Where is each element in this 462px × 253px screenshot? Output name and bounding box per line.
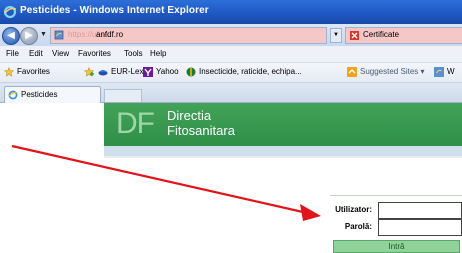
site-name-line2: Fitosanitara	[167, 123, 235, 138]
login-button[interactable]: Intră	[333, 240, 460, 253]
internet-explorer-icon	[3, 5, 17, 19]
header-subbar	[104, 146, 462, 156]
site-header-banner: DF Directia Fitosanitara	[104, 103, 462, 146]
url-host: anfdf.ro	[96, 30, 124, 39]
web-slice-gallery-link[interactable]: W	[447, 67, 455, 76]
banner-spacer	[0, 103, 104, 146]
page-content: DF Directia Fitosanitara Utilizator: Par…	[0, 103, 462, 253]
favorites-button[interactable]: Favorites	[17, 67, 50, 76]
menu-tools[interactable]: Tools	[124, 49, 143, 58]
favorites-star-icon	[4, 67, 14, 77]
yahoo-icon	[143, 67, 153, 77]
menu-file[interactable]: File	[6, 49, 19, 58]
back-button[interactable]: ◀	[2, 27, 20, 45]
certificate-error-icon	[350, 31, 359, 40]
username-input[interactable]	[378, 202, 462, 219]
suggested-sites-icon	[347, 67, 357, 77]
favorite-link-yahoo[interactable]: Yahoo	[156, 67, 179, 76]
site-name-line1: Directia	[167, 108, 212, 123]
menu-bar: File Edit View Favorites Tools Help	[0, 46, 462, 63]
suggested-sites-button[interactable]: Suggested Sites ▾	[360, 67, 425, 76]
new-tab-button[interactable]	[104, 89, 142, 102]
site-logo-mark: DF	[116, 107, 155, 140]
address-bar[interactable]: https://ulise. anfdf.ro	[50, 27, 327, 44]
recent-pages-chevron-down-icon[interactable]: ▼	[40, 31, 47, 38]
address-dropdown-chevron-down-icon[interactable]: ▼	[330, 28, 342, 43]
menu-help[interactable]: Help	[150, 49, 166, 58]
favorite-link-eur-lex[interactable]: EUR-Lex	[111, 67, 143, 76]
eur-lex-icon	[98, 70, 108, 76]
certificate-error-button[interactable]: Certificate	[345, 27, 462, 44]
menu-view[interactable]: View	[52, 49, 69, 58]
menu-favorites[interactable]: Favorites	[78, 49, 111, 58]
window-titlebar: Pesticides - Windows Internet Explorer	[0, 0, 462, 24]
internet-explorer-icon	[8, 90, 18, 100]
add-to-favorites-icon[interactable]	[84, 67, 94, 77]
certificate-label: Certificate	[363, 30, 400, 39]
username-label: Utilizator:	[335, 205, 372, 214]
navigation-bar: ◀ ▶ ▼ https://ulise. anfdf.ro ▼ Certific…	[0, 24, 462, 46]
insecticide-site-icon	[186, 67, 196, 77]
password-input[interactable]	[378, 219, 462, 236]
header-subbar-shadow	[104, 156, 462, 158]
tab-pesticides[interactable]: Pesticides	[4, 86, 101, 103]
tab-label: Pesticides	[21, 90, 58, 99]
favorites-bar: Favorites EUR-Lex Yahoo Insecticide, rat…	[0, 63, 462, 83]
password-label: Parolă:	[344, 222, 372, 231]
window-title: Pesticides - Windows Internet Explorer	[20, 5, 209, 16]
tab-bar: Pesticides	[0, 83, 462, 103]
forward-button[interactable]: ▶	[20, 27, 38, 45]
menu-edit[interactable]: Edit	[29, 49, 43, 58]
login-divider	[330, 195, 462, 196]
web-slice-gallery-icon	[434, 67, 444, 77]
page-icon	[54, 30, 64, 40]
favorite-link-insecticide[interactable]: Insecticide, raticide, echipa...	[199, 67, 302, 76]
